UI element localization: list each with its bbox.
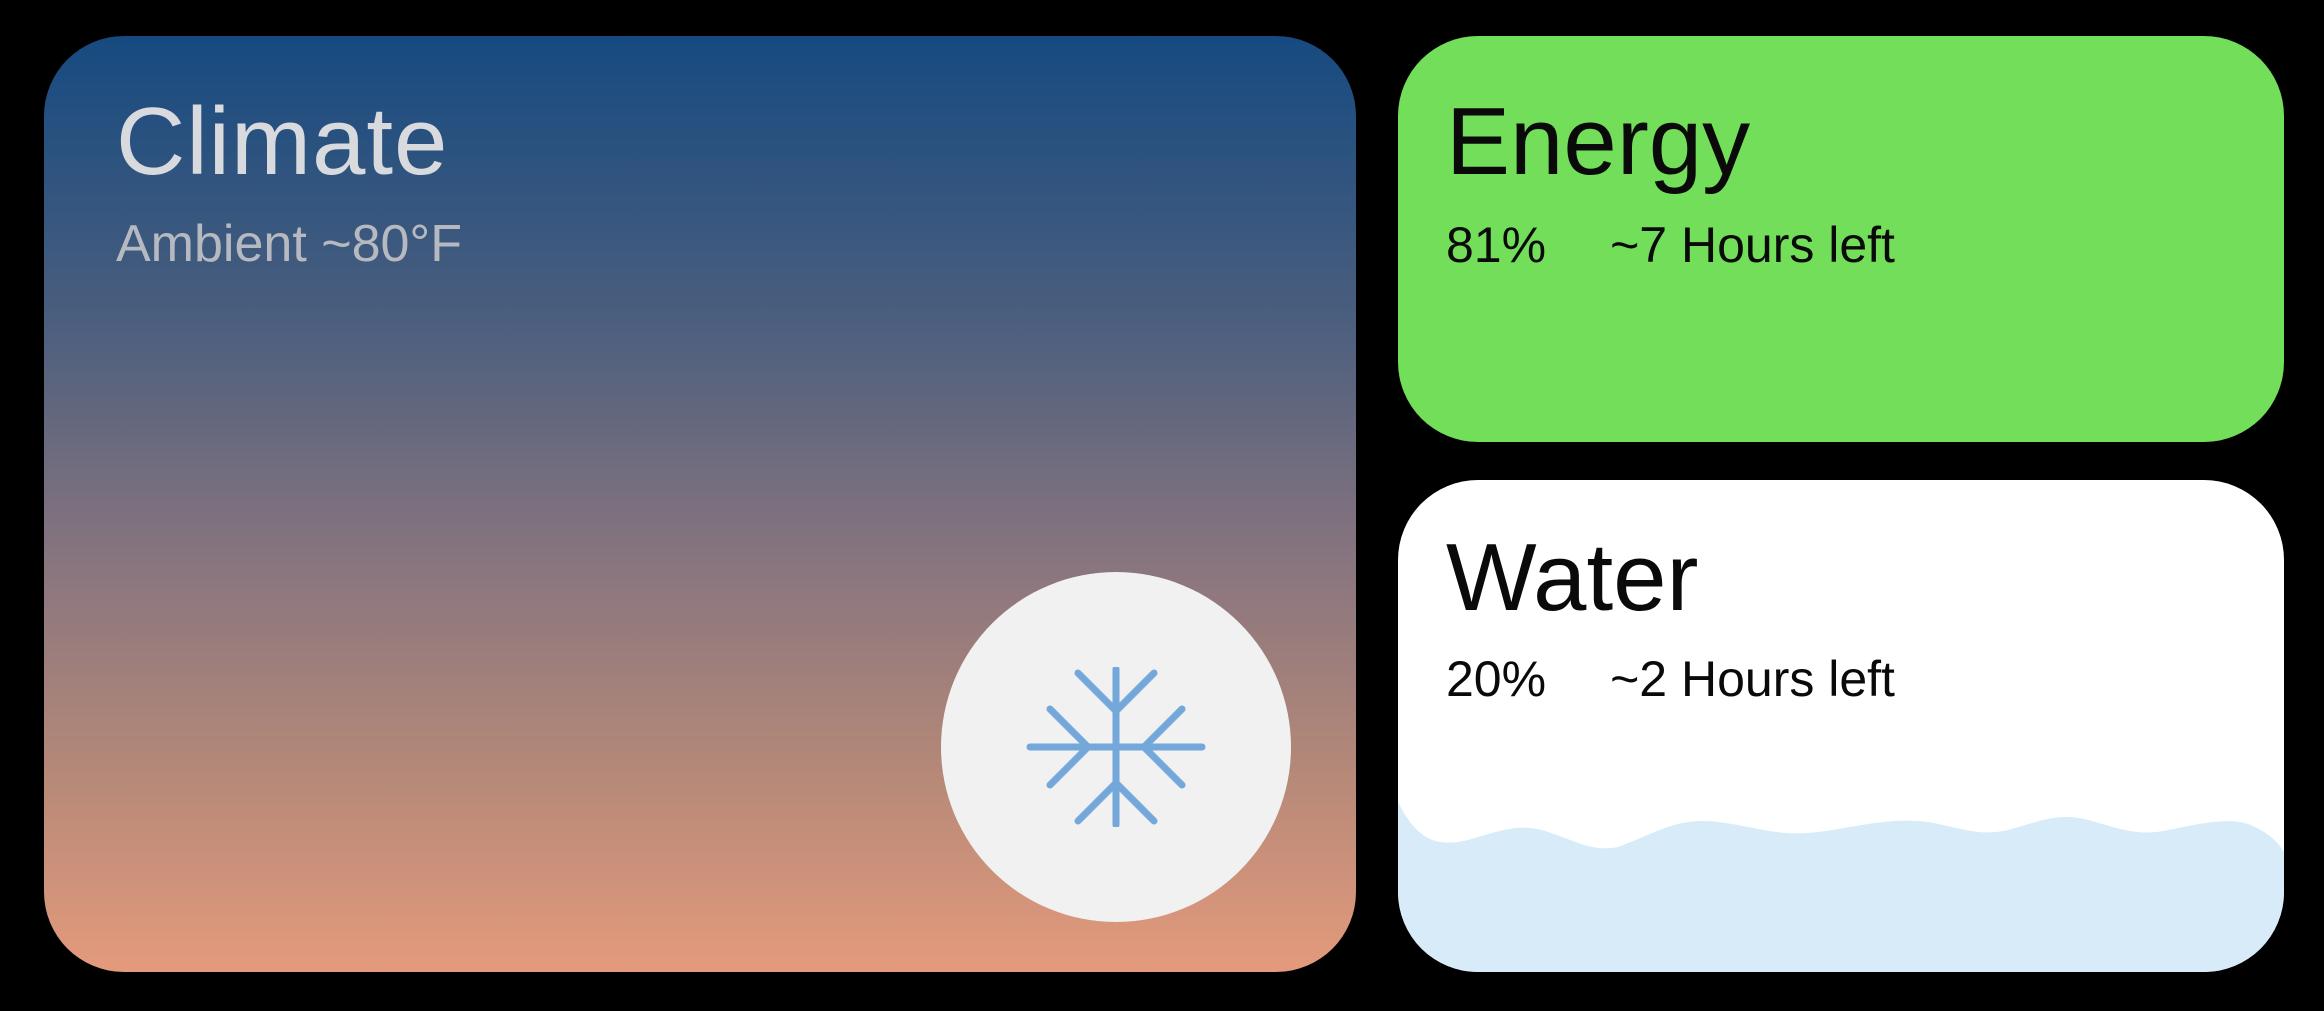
climate-card[interactable]: Climate Ambient ~80°F — [44, 36, 1356, 972]
cooling-mode-button[interactable] — [941, 572, 1291, 922]
water-title: Water — [1446, 524, 1699, 631]
water-stats: 20% ~2 Hours left — [1446, 654, 1895, 704]
energy-percent: 81% — [1446, 217, 1547, 273]
snowflake-icon — [1026, 667, 1206, 827]
energy-title: Energy — [1446, 88, 1751, 195]
ambient-temperature: Ambient ~80°F — [116, 215, 462, 273]
water-card[interactable]: Water 20% ~2 Hours left — [1398, 480, 2284, 972]
water-time-left: ~2 Hours left — [1610, 651, 1895, 707]
climate-title: Climate — [116, 88, 449, 195]
energy-time-left: ~7 Hours left — [1610, 217, 1895, 273]
energy-card[interactable]: Energy 81% ~7 Hours left — [1398, 36, 2284, 442]
energy-stats: 81% ~7 Hours left — [1446, 220, 1895, 270]
water-level-wave — [1398, 802, 2284, 972]
water-percent: 20% — [1446, 651, 1547, 707]
